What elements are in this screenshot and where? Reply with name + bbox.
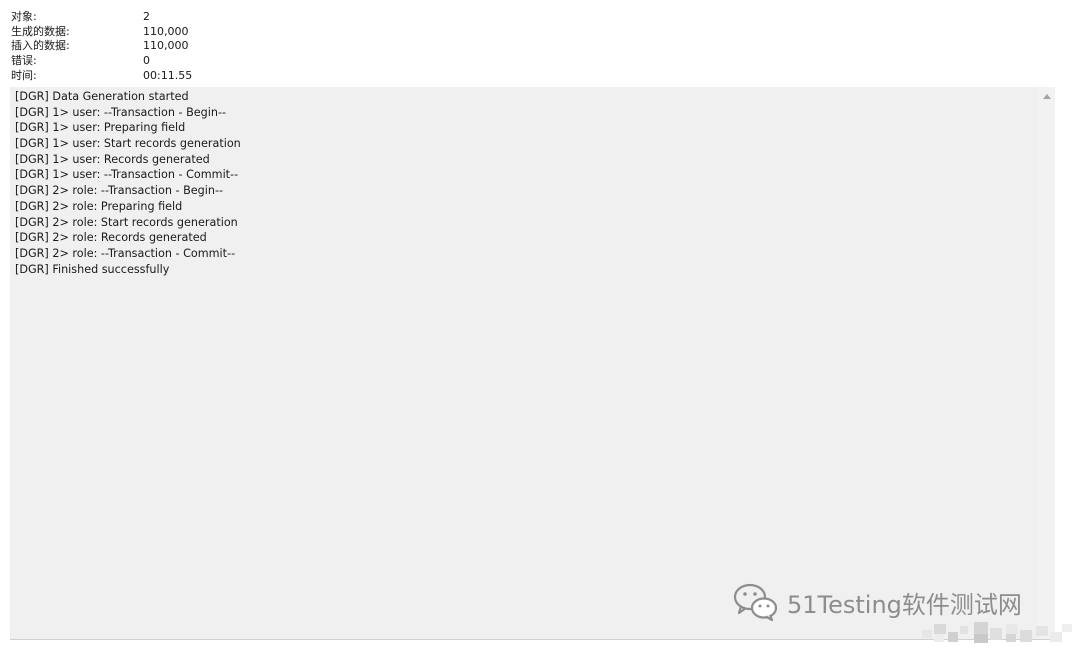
log-line: [DGR] Finished successfully [15, 262, 170, 276]
mosaic-decoration [922, 622, 1072, 643]
log-output-panel[interactable]: [DGR] Data Generation started [DGR] 1> u… [10, 87, 1055, 640]
vertical-scrollbar[interactable] [1038, 87, 1055, 639]
summary-value: 00:11.55 [143, 68, 193, 82]
summary-label: 对象: [11, 10, 37, 24]
log-line: [DGR] 2> role: --Transaction - Commit-- [15, 246, 236, 260]
wechat-icon [733, 583, 778, 622]
data-generation-result-window: 对象: 2 生成的数据: 110,000 插入的数据: 110,000 错误: … [0, 0, 1080, 653]
summary-label: 时间: [11, 68, 37, 82]
summary-value: 0 [143, 54, 150, 68]
arrow-up-icon [1042, 93, 1051, 99]
summary-value: 110,000 [143, 39, 189, 53]
log-line: [DGR] 2> role: Start records generation [15, 215, 238, 229]
summary-value: 2 [143, 10, 150, 24]
log-line: [DGR] 1> user: Preparing field [15, 121, 186, 135]
scroll-up-button[interactable] [1038, 89, 1055, 103]
watermark-text: 51Testing软件测试网 [787, 590, 1022, 619]
summary-label: 错误: [11, 54, 37, 68]
summary-row-inserted: 插入的数据: 110,000 [11, 39, 271, 54]
summary-row-generated: 生成的数据: 110,000 [11, 25, 271, 40]
summary-row-errors: 错误: 0 [11, 54, 271, 69]
log-line: [DGR] Data Generation started [15, 90, 189, 103]
log-content: [DGR] Data Generation started [DGR] 1> u… [15, 89, 1035, 277]
summary-label: 插入的数据: [11, 39, 70, 53]
log-line: [DGR] 1> user: --Transaction - Begin-- [15, 105, 227, 119]
watermark: 51Testing软件测试网 [733, 582, 1022, 622]
log-line: [DGR] 2> role: Preparing field [15, 199, 183, 213]
log-line: [DGR] 2> role: Records generated [15, 231, 207, 245]
log-line: [DGR] 1> user: Records generated [15, 152, 210, 166]
summary-row-objects: 对象: 2 [11, 10, 271, 25]
log-line: [DGR] 1> user: --Transaction - Commit-- [15, 168, 239, 182]
summary-block: 对象: 2 生成的数据: 110,000 插入的数据: 110,000 错误: … [11, 10, 271, 83]
summary-row-time: 时间: 00:11.55 [11, 68, 271, 83]
log-line: [DGR] 2> role: --Transaction - Begin-- [15, 184, 224, 198]
summary-label: 生成的数据: [11, 24, 70, 38]
log-line: [DGR] 1> user: Start records generation [15, 137, 241, 151]
summary-value: 110,000 [143, 24, 189, 38]
